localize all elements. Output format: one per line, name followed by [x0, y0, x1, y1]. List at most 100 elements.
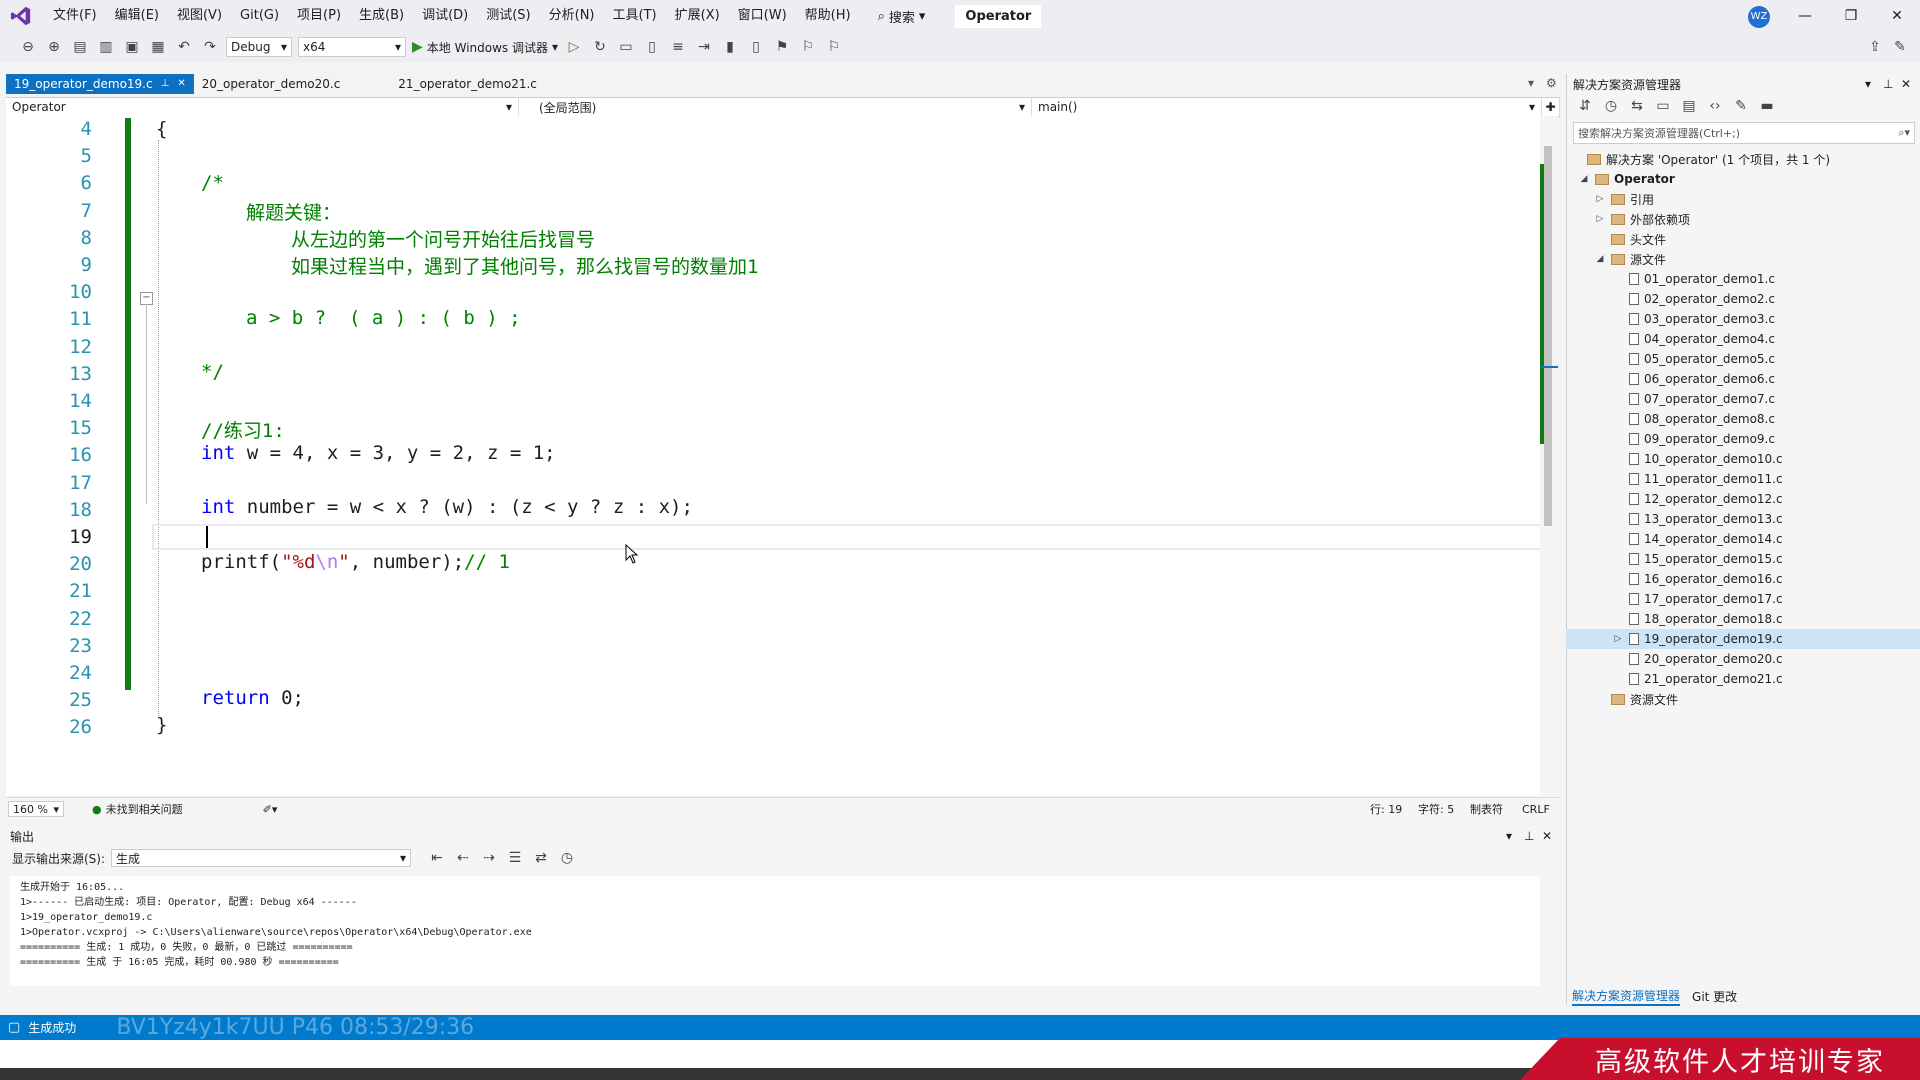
- tree-file[interactable]: 12_operator_demo12.c: [1612, 489, 1783, 509]
- menu-item[interactable]: 视图(V): [168, 0, 231, 32]
- indent-mode[interactable]: 制表符: [1470, 801, 1503, 817]
- start-debugging-button[interactable]: ▶ 本地 Windows 调试器 ▾: [412, 39, 558, 56]
- line-ending[interactable]: CRLF: [1522, 803, 1550, 816]
- tree-file[interactable]: 01_operator_demo1.c: [1612, 269, 1775, 289]
- tree-file[interactable]: 10_operator_demo10.c: [1612, 449, 1783, 469]
- save-all-icon[interactable]: ▦: [148, 37, 168, 57]
- tree-file[interactable]: 07_operator_demo7.c: [1612, 389, 1775, 409]
- forward-icon[interactable]: ⊕: [44, 37, 64, 57]
- menu-item[interactable]: 生成(B): [350, 0, 413, 32]
- expanded-icon[interactable]: ◢: [1578, 174, 1590, 184]
- collapse-all-icon[interactable]: ▭: [1653, 96, 1673, 116]
- undo-icon[interactable]: ↶: [174, 37, 194, 57]
- avatar[interactable]: WZ: [1748, 6, 1770, 28]
- show-all-files-icon[interactable]: ▤: [1679, 96, 1699, 116]
- bookmark-icon[interactable]: ⚑: [772, 37, 792, 57]
- output-source-select[interactable]: 生成 ▾: [111, 849, 412, 867]
- minimize-button[interactable]: —: [1782, 0, 1828, 32]
- back-icon[interactable]: ⊖: [18, 37, 38, 57]
- tab-git-changes[interactable]: Git 更改: [1692, 988, 1737, 1005]
- tree-project[interactable]: ◢ Operator: [1578, 169, 1675, 189]
- pin-icon[interactable]: ⊥: [1524, 829, 1534, 843]
- menu-item[interactable]: 编辑(E): [106, 0, 168, 32]
- redo-icon[interactable]: ↷: [200, 37, 220, 57]
- menu-item[interactable]: 文件(F): [44, 0, 106, 32]
- tab-21-file[interactable]: 21_operator_demo21.c: [390, 74, 587, 94]
- tree-file[interactable]: ▷ 19_operator_demo19.c: [1612, 629, 1783, 649]
- tree-file[interactable]: 04_operator_demo4.c: [1612, 329, 1775, 349]
- platform-select[interactable]: x64 ▾: [298, 37, 406, 57]
- next-message-icon[interactable]: ⇢: [479, 848, 499, 868]
- close-icon[interactable]: ✕: [177, 74, 185, 94]
- code-view-icon[interactable]: ‹›: [1705, 96, 1725, 116]
- menu-item[interactable]: 测试(S): [477, 0, 539, 32]
- clock-icon[interactable]: ◷: [557, 848, 577, 868]
- prev-message-icon[interactable]: ⇠: [453, 848, 473, 868]
- window-layout-icon[interactable]: ▯: [642, 37, 662, 57]
- pending-changes-icon[interactable]: ⇆: [1627, 96, 1647, 116]
- bookmark-prev-icon[interactable]: ⚐: [798, 37, 818, 57]
- tree-file[interactable]: 21_operator_demo21.c: [1612, 669, 1783, 689]
- tree-file[interactable]: 17_operator_demo17.c: [1612, 589, 1783, 609]
- tree-file[interactable]: 05_operator_demo5.c: [1612, 349, 1775, 369]
- comment-icon[interactable]: ▮: [720, 37, 740, 57]
- tab-list-icon[interactable]: ▾: [1528, 76, 1534, 90]
- start-without-debug-icon[interactable]: ▷: [564, 37, 584, 57]
- tab-solution-explorer[interactable]: 解决方案资源管理器: [1572, 987, 1681, 1006]
- restore-button[interactable]: ❐: [1828, 0, 1874, 32]
- uncomment-icon[interactable]: ▯: [746, 37, 766, 57]
- menu-item[interactable]: 调试(D): [413, 0, 477, 32]
- word-wrap-icon[interactable]: ⇄: [531, 848, 551, 868]
- menu-item[interactable]: 工具(T): [604, 0, 666, 32]
- expand-icon[interactable]: ▷: [1612, 634, 1624, 644]
- clear-all-icon[interactable]: ☰: [505, 848, 525, 868]
- close-icon[interactable]: ✕: [1901, 77, 1911, 91]
- sync-view-icon[interactable]: ⇵: [1575, 96, 1595, 116]
- split-editor-icon[interactable]: ✚: [1542, 98, 1560, 116]
- tree-header-files[interactable]: 头文件: [1594, 229, 1666, 249]
- search-menu[interactable]: ⌕ 搜索 ▾: [868, 7, 936, 26]
- chevron-down-icon[interactable]: ▾: [1865, 77, 1871, 91]
- member-dropdown[interactable]: main() ▾: [1032, 98, 1542, 116]
- config-select[interactable]: Debug ▾: [226, 37, 292, 57]
- menu-item[interactable]: 分析(N): [540, 0, 604, 32]
- tree-file[interactable]: 03_operator_demo3.c: [1612, 309, 1775, 329]
- hot-reload-icon[interactable]: ↻: [590, 37, 610, 57]
- tree-external-deps[interactable]: ▷ 外部依赖项: [1594, 209, 1690, 229]
- format-icon[interactable]: ≡: [668, 37, 688, 57]
- chevron-down-icon[interactable]: ▾: [1506, 829, 1512, 843]
- share-icon[interactable]: ⇪: [1865, 37, 1885, 57]
- tree-solution[interactable]: 解决方案 'Operator' (1 个项目，共 1 个): [1570, 149, 1830, 169]
- tree-file[interactable]: 09_operator_demo9.c: [1612, 429, 1775, 449]
- code-editor[interactable]: 4 5 6 7 8 9 10 11 12 13 14 15 16 17 18 19 20 21 22 23 24 25 26…: [6, 116, 1546, 796]
- tab-19-file[interactable]: 19_operator_demo19.c ⊥ ✕: [6, 74, 194, 94]
- tree-file[interactable]: 16_operator_demo16.c: [1612, 569, 1783, 589]
- close-window-button[interactable]: ✕: [1874, 0, 1920, 32]
- properties-icon[interactable]: ✎: [1731, 96, 1751, 116]
- menu-item[interactable]: 窗口(W): [729, 0, 796, 32]
- menu-item[interactable]: 项目(P): [288, 0, 350, 32]
- solution-explorer-search[interactable]: 搜索解决方案资源管理器(Ctrl+;) ⌕▾: [1573, 122, 1915, 144]
- project-dropdown[interactable]: Operator ▾: [6, 98, 519, 116]
- tree-resource-files[interactable]: 资源文件: [1594, 689, 1678, 709]
- menu-item[interactable]: 帮助(H): [796, 0, 860, 32]
- output-text[interactable]: 生成开始于 16:05... 1>------ 已启动生成: 项目: Operat…: [10, 876, 1540, 986]
- issues-status[interactable]: 未找到相关问题: [106, 801, 183, 817]
- folder-icon[interactable]: ▭: [616, 37, 636, 57]
- tree-file[interactable]: 14_operator_demo14.c: [1612, 529, 1783, 549]
- tree-file[interactable]: 18_operator_demo18.c: [1612, 609, 1783, 629]
- expanded-icon[interactable]: ◢: [1594, 254, 1606, 264]
- tree-file[interactable]: 06_operator_demo6.c: [1612, 369, 1775, 389]
- open-file-icon[interactable]: ▥: [96, 37, 116, 57]
- tree-file[interactable]: 08_operator_demo8.c: [1612, 409, 1775, 429]
- menu-item[interactable]: Git(G): [231, 0, 288, 32]
- expand-icon[interactable]: ▷: [1594, 194, 1606, 204]
- scope-dropdown[interactable]: (全局范围) ▾: [519, 98, 1032, 116]
- preview-icon[interactable]: ▬: [1757, 96, 1777, 116]
- tree-references[interactable]: ▷ 引用: [1594, 189, 1654, 209]
- zoom-select[interactable]: 160 % ▾: [8, 801, 64, 817]
- pin-icon[interactable]: ⊥: [1883, 77, 1893, 91]
- tree-file[interactable]: 20_operator_demo20.c: [1612, 649, 1783, 669]
- gear-icon[interactable]: ⚙: [1546, 76, 1557, 90]
- tree-file[interactable]: 13_operator_demo13.c: [1612, 509, 1783, 529]
